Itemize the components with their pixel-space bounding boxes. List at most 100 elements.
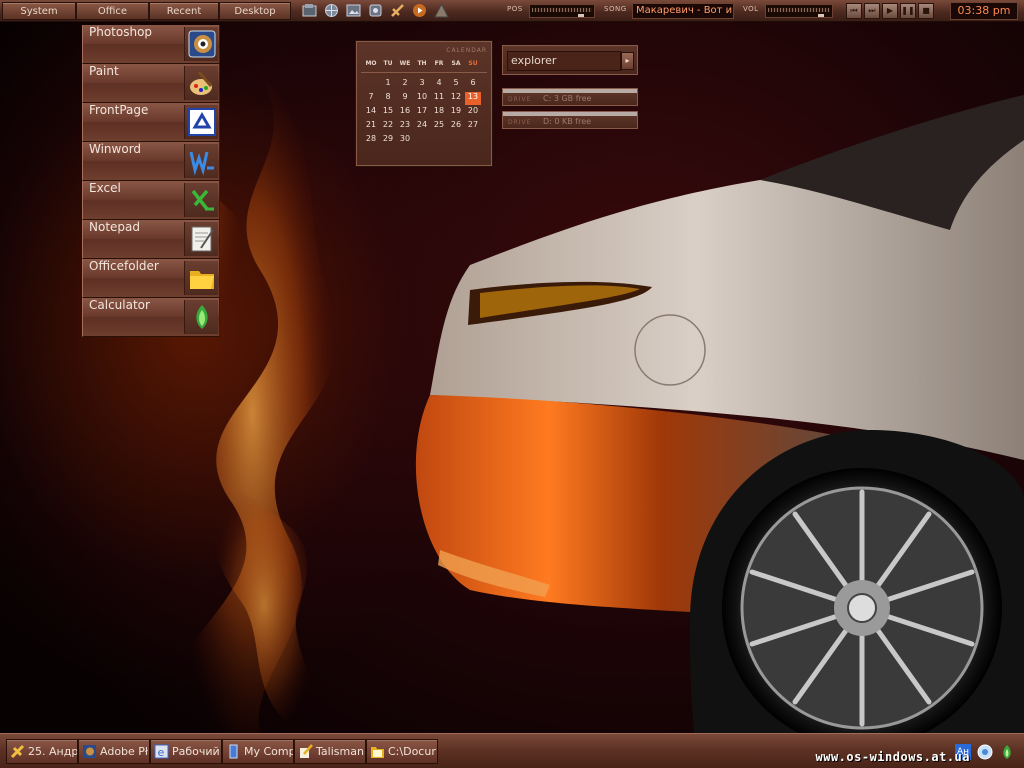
run-go-button[interactable]: ▸: [621, 52, 634, 70]
calendar-weekdays: MO TU WE TH FR SA SU: [363, 60, 487, 70]
play-icon[interactable]: ▶: [882, 3, 898, 19]
dock-item-label: Notepad: [89, 220, 140, 234]
dock-item-officefolder[interactable]: Officefolder: [82, 259, 220, 298]
calendar-day[interactable]: 16: [397, 106, 413, 119]
dock-item-label: Winword: [89, 142, 142, 156]
weekday-label: FR: [434, 60, 444, 67]
globe-icon[interactable]: [324, 3, 339, 18]
menu-recent[interactable]: Recent: [149, 2, 219, 20]
calendar-day[interactable]: 4: [431, 78, 447, 91]
task-photoshop[interactable]: Adobe Pł: [78, 739, 150, 764]
tools-icon[interactable]: [390, 3, 405, 18]
pyramid-icon[interactable]: [434, 3, 449, 18]
song-title: Макаревич - Вот и всё: [632, 3, 734, 19]
stop-icon[interactable]: ■: [918, 3, 934, 19]
prev-icon[interactable]: ⏮: [846, 3, 862, 19]
pause-icon[interactable]: ❚❚: [900, 3, 916, 19]
calendar-day[interactable]: 6: [465, 78, 481, 91]
calendar-day[interactable]: 11: [431, 92, 447, 105]
menu-system[interactable]: System: [2, 2, 76, 20]
task-label: C:\Docur: [388, 745, 436, 758]
calendar-day[interactable]: 18: [431, 106, 447, 119]
drive-free-text: C: 3 GB free: [543, 94, 592, 103]
song-label: SONG: [604, 5, 627, 13]
dock-item-frontpage[interactable]: FrontPage: [82, 103, 220, 142]
calendar-day[interactable]: 30: [397, 134, 413, 147]
task-talisman[interactable]: Talisman: [294, 739, 366, 764]
calendar-day[interactable]: 14: [363, 106, 379, 119]
task-desktop-folder[interactable]: e Рабочий: [150, 739, 222, 764]
menu-desktop[interactable]: Desktop: [219, 2, 291, 20]
drive-tag: DRIVE: [508, 96, 532, 103]
weekday-label: WE: [399, 60, 411, 67]
calendar-day[interactable]: 3: [414, 78, 430, 91]
photoshop-icon: [184, 27, 218, 61]
calendar-day[interactable]: 19: [448, 106, 464, 119]
media-icon[interactable]: [412, 3, 427, 18]
calendar-day[interactable]: 5: [448, 78, 464, 91]
computer-icon: [229, 744, 238, 759]
task-documents[interactable]: C:\Docur: [366, 739, 438, 764]
calendar-day[interactable]: 15: [380, 106, 396, 119]
task-my-computer[interactable]: My Comp: [222, 739, 294, 764]
next-icon[interactable]: ⏭: [864, 3, 880, 19]
paint-icon: [184, 66, 218, 100]
dock-item-paint[interactable]: Paint: [82, 64, 220, 103]
calendar-day[interactable]: 7: [363, 92, 379, 105]
refresh-icon[interactable]: [302, 3, 317, 18]
calendar-day[interactable]: 21: [363, 120, 379, 133]
drive-tag: DRIVE: [508, 119, 532, 126]
calendar-day[interactable]: 25: [431, 120, 447, 133]
dock-item-excel[interactable]: Excel: [82, 181, 220, 220]
drive-d-meter[interactable]: DRIVE D: 0 KB free: [502, 111, 638, 129]
calendar-day[interactable]: 23: [397, 120, 413, 133]
menu-office[interactable]: Office: [76, 2, 149, 20]
run-box: explorer ▸: [502, 45, 638, 75]
folder-icon: [371, 747, 384, 758]
position-slider[interactable]: [529, 4, 595, 18]
run-input[interactable]: explorer: [507, 51, 621, 71]
calendar-day[interactable]: 28: [363, 134, 379, 147]
watermark: www.os-windows.at.ua: [815, 750, 970, 764]
winamp-icon: [10, 744, 25, 759]
calendar-day[interactable]: 1: [380, 78, 396, 91]
calendar-day[interactable]: 17: [414, 106, 430, 119]
calendar-day[interactable]: 10: [414, 92, 430, 105]
calendar-day[interactable]: 29: [380, 134, 396, 147]
calendar-day[interactable]: 2: [397, 78, 413, 91]
calendar-day[interactable]: 12: [448, 92, 464, 105]
clock[interactable]: 03:38 pm: [950, 2, 1018, 20]
calendar-day[interactable]: 26: [448, 120, 464, 133]
weekday-label: TH: [417, 60, 427, 67]
dock-item-notepad[interactable]: Notepad: [82, 220, 220, 259]
shield-icon[interactable]: [999, 744, 1015, 760]
calendar-day[interactable]: 9: [397, 92, 413, 105]
task-label: Рабочий: [172, 745, 220, 758]
calendar-day[interactable]: 8: [380, 92, 396, 105]
excel-icon: [184, 183, 218, 217]
dock-item-calculator[interactable]: Calculator: [82, 298, 220, 337]
calendar-title: CALENDAR: [446, 47, 487, 54]
dock-item-label: Paint: [89, 64, 119, 78]
dock-item-winword[interactable]: Winword: [82, 142, 220, 181]
office-dock: Photoshop Paint FrontPage Winword Excel …: [82, 25, 220, 337]
task-label: 25. Андрі: [28, 745, 78, 758]
frontpage-icon: [184, 105, 218, 139]
image-icon[interactable]: [346, 3, 361, 18]
folder-icon: [184, 261, 218, 295]
network-icon[interactable]: [977, 744, 993, 760]
dock-item-label: Photoshop: [89, 25, 153, 39]
gear-icon[interactable]: [368, 3, 383, 18]
task-winamp[interactable]: 25. Андрі: [6, 739, 78, 764]
dock-item-photoshop[interactable]: Photoshop: [82, 25, 220, 64]
calendar-day[interactable]: 27: [465, 120, 481, 133]
volume-slider[interactable]: [765, 4, 833, 18]
calendar-day-today[interactable]: 13: [465, 92, 481, 105]
calendar-day[interactable]: 24: [414, 120, 430, 133]
drive-c-meter[interactable]: DRIVE C: 3 GB free: [502, 88, 638, 106]
task-label: My Comp: [244, 745, 294, 758]
weekday-label: SU: [468, 60, 478, 67]
photoshop-icon: [83, 745, 96, 758]
calendar-day[interactable]: 22: [380, 120, 396, 133]
calendar-day[interactable]: 20: [465, 106, 481, 119]
